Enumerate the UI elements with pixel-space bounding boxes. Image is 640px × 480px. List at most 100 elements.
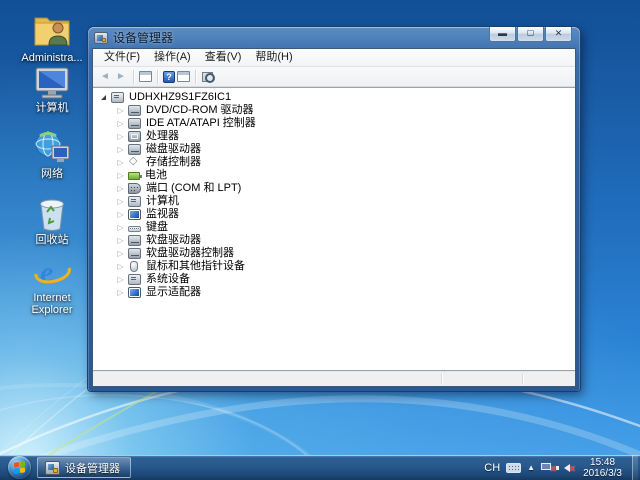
tree-item[interactable]: 显示适配器 [98,286,575,299]
forward-icon[interactable]: ► [114,71,128,82]
help-icon[interactable] [163,71,175,83]
menu-action[interactable]: 操作(A) [147,49,198,66]
properties-icon[interactable] [177,71,190,82]
toolbar: ◄ ► [93,67,575,87]
tree-item-label: 显示适配器 [146,286,201,299]
show-hidden-icons-arrow[interactable]: ▲ [527,463,535,472]
tree-item-label: 端口 (COM 和 LPT) [146,182,241,195]
tree-item[interactable]: DVD/CD-ROM 驱动器 [98,104,575,117]
keyboard-icon [128,226,141,232]
desktop-icon-network[interactable]: 网络 [12,130,92,180]
desktop-icon-internet-explorer[interactable]: e Internet Explorer [12,254,92,316]
floppy-drive-icon [128,235,141,246]
desktop-icon-label: Administra... [12,52,92,64]
volume-muted-icon[interactable]: × [560,462,573,473]
system-tray: CH ▲ × × 15:48 2016/3/3 [484,455,640,480]
input-method-keyboard-icon[interactable] [506,463,521,473]
expand-arrow-icon[interactable] [115,273,126,286]
tree-item[interactable]: 存储控制器 [98,156,575,169]
tree-item[interactable]: 处理器 [98,130,575,143]
desktop-icon-recycle-bin[interactable]: 回收站 [12,194,92,246]
scan-hardware-changes-icon[interactable] [201,71,215,83]
expand-arrow-icon[interactable] [115,117,126,130]
close-button[interactable]: ✕ [545,27,572,42]
tree-item[interactable]: 键盘 [98,221,575,234]
tree-root-label: UDHXHZ9S1FZ6IC1 [129,91,231,104]
expand-arrow-icon[interactable] [115,104,126,117]
tree-item[interactable]: 鼠标和其他指针设备 [98,260,575,273]
system-devices-icon [128,274,141,285]
minimize-button[interactable]: ▬ [489,27,516,42]
storage-controller-icon [128,157,141,168]
expand-arrow-icon[interactable] [115,143,126,156]
expand-arrow-icon[interactable] [115,221,126,234]
tree-item[interactable]: 软盘驱动器控制器 [98,247,575,260]
floppy-controller-icon [128,248,141,259]
svg-text:e: e [40,256,53,289]
toolbar-separator [133,70,134,84]
back-icon[interactable]: ◄ [98,71,112,82]
network-icon [32,130,72,166]
collapse-arrow-icon[interactable] [98,95,109,100]
tree-item-label: 软盘驱动器 [146,234,201,247]
taskbar-button-device-manager[interactable]: 设备管理器 [37,457,131,478]
tree-item[interactable]: 系统设备 [98,273,575,286]
taskbar: 设备管理器 CH ▲ × × 15:48 2016/3/3 [0,455,640,480]
expand-arrow-icon[interactable] [115,260,126,273]
device-tree: UDHXHZ9S1FZ6IC1 DVD/CD-ROM 驱动器 IDE ATA/A… [93,87,575,371]
ports-icon [128,183,141,194]
tree-item[interactable]: 监视器 [98,208,575,221]
window-titlebar[interactable]: 设备管理器 ▬ ▢ ✕ [92,27,576,48]
tree-item-label: 处理器 [146,130,179,143]
taskbar-clock[interactable]: 15:48 2016/3/3 [579,457,626,479]
ide-controller-icon [128,118,141,129]
window-controls: ▬ ▢ ✕ [489,27,572,42]
tree-item[interactable]: 电池 [98,169,575,182]
tree-item-label: 存储控制器 [146,156,201,169]
display-adapters-icon [128,287,141,298]
menu-file[interactable]: 文件(F) [97,49,147,66]
device-manager-window-icon [94,32,108,44]
menu-view[interactable]: 查看(V) [198,49,249,66]
administrator-folder-icon [31,10,73,50]
language-indicator[interactable]: CH [484,462,500,474]
monitor-icon [128,209,141,220]
tree-item[interactable]: IDE ATA/ATAPI 控制器 [98,117,575,130]
tree-item-label: 磁盘驱动器 [146,143,201,156]
network-status-icon[interactable]: × [541,462,554,473]
expand-arrow-icon[interactable] [115,156,126,169]
expand-arrow-icon[interactable] [115,195,126,208]
show-console-tree-icon[interactable] [139,71,152,82]
desktop-icon-computer[interactable]: 计算机 [12,66,92,114]
tree-item[interactable]: 计算机 [98,195,575,208]
maximize-button[interactable]: ▢ [517,27,544,42]
tree-item[interactable]: 软盘驱动器 [98,234,575,247]
expand-arrow-icon[interactable] [115,234,126,247]
desktop-icon-label: 网络 [12,168,92,180]
device-manager-window: 设备管理器 ▬ ▢ ✕ 文件(F) 操作(A) 查看(V) 帮助(H) ◄ ► [88,27,580,391]
desktop-icon-administrator[interactable]: Administra... [12,10,92,64]
tree-item[interactable]: 磁盘驱动器 [98,143,575,156]
statusbar-divider [441,374,442,384]
computer-root-icon [111,92,124,103]
expand-arrow-icon[interactable] [115,286,126,299]
tree-root[interactable]: UDHXHZ9S1FZ6IC1 [98,91,575,104]
toolbar-separator [157,70,158,84]
tree-item-label: 鼠标和其他指针设备 [146,260,245,273]
device-manager-icon [45,461,60,475]
expand-arrow-icon[interactable] [115,182,126,195]
clock-date: 2016/3/3 [583,468,622,479]
expand-arrow-icon[interactable] [115,130,126,143]
expand-arrow-icon[interactable] [115,208,126,221]
tree-item-label: 计算机 [146,195,179,208]
start-button[interactable] [8,456,31,479]
menu-help[interactable]: 帮助(H) [248,49,299,66]
tree-item-label: DVD/CD-ROM 驱动器 [146,104,254,117]
tree-item[interactable]: 端口 (COM 和 LPT) [98,182,575,195]
processor-icon [128,131,141,142]
expand-arrow-icon[interactable] [115,247,126,260]
recycle-bin-icon [34,194,70,232]
show-desktop-button[interactable] [632,455,638,480]
tree-item-label: 电池 [145,169,167,182]
expand-arrow-icon[interactable] [115,169,126,182]
